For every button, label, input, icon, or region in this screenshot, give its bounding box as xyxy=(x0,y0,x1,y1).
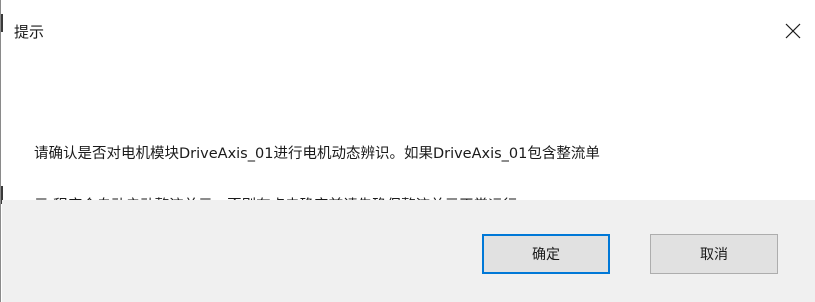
button-bar: 确定 取消 xyxy=(2,200,815,302)
cancel-button-label: 取消 xyxy=(700,247,728,263)
cancel-button[interactable]: 取消 xyxy=(650,234,778,274)
dialog-title: 提示 xyxy=(14,23,45,41)
close-button[interactable] xyxy=(774,12,812,50)
ok-button-label: 确定 xyxy=(532,247,560,263)
close-icon xyxy=(785,23,801,39)
ok-button[interactable]: 确定 xyxy=(482,234,610,274)
window-edge-mark xyxy=(1,14,3,32)
dialog-window: 提示 请确认是否对电机模块DriveAxis_01进行电机动态辨识。如果Driv… xyxy=(0,0,815,302)
message-line-1: 请确认是否对电机模块DriveAxis_01进行电机动态辨识。如果DriveAx… xyxy=(34,146,600,162)
